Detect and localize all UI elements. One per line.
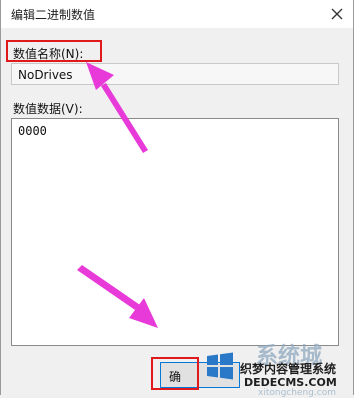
value-data-label: 数值数据(V): <box>13 102 83 116</box>
title-bar: 编辑二进制数值 <box>1 0 353 28</box>
value-data-editor[interactable]: 0000 <box>11 118 339 346</box>
watermark-site-name: 织梦内容管理系统 <box>240 362 337 376</box>
dialog-title: 编辑二进制数值 <box>11 8 96 22</box>
site-watermark: 系统城 织梦内容管理系统 DEDECMS.COM xitongcheng.com <box>198 338 354 398</box>
value-name-highlight <box>6 40 102 62</box>
value-name-field[interactable]: NoDrives <box>11 63 339 85</box>
watermark-faint-text: xitongcheng.com <box>258 388 336 398</box>
close-icon[interactable] <box>327 4 347 24</box>
ok-button-highlight <box>151 357 199 390</box>
windows-logo-icon <box>207 352 233 380</box>
